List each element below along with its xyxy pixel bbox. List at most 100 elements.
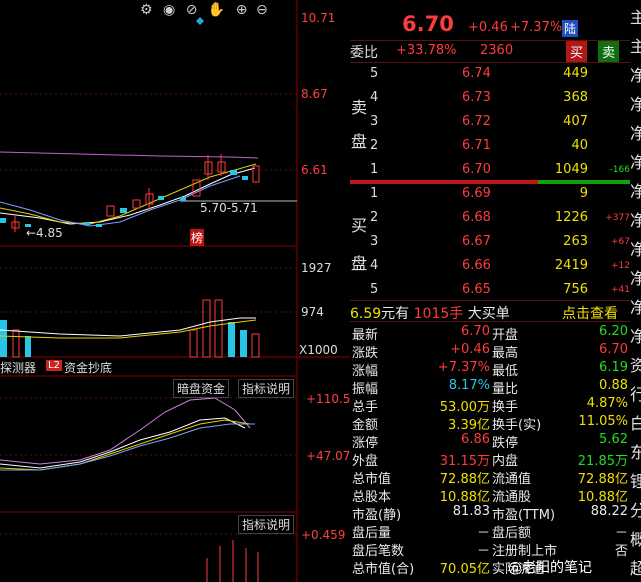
stat-value: 5.62 [599, 432, 628, 447]
level-num: 4 [370, 258, 379, 273]
big-order-line: 6.59元有 1015手 大买单 [350, 303, 510, 323]
level-price: 6.67 [462, 234, 491, 249]
indicator-help-button[interactable]: 指标说明 [238, 379, 295, 398]
level-price: 6.65 [462, 282, 491, 297]
stat-row: 总市值 72.88亿 流通值 72.88亿 [350, 467, 630, 487]
weibi-label: 委比 [350, 45, 378, 61]
level-price: 6.69 [462, 186, 491, 201]
side-column-char[interactable]: 主 [630, 4, 641, 28]
level-volume: 9 [579, 186, 588, 201]
ma-line-white [0, 167, 256, 225]
level-num: 1 [370, 162, 379, 177]
buy-button[interactable]: 买 [566, 41, 588, 62]
stat-row: 最新 6.70 开盘 6.20 [350, 323, 630, 343]
eye-off-icon[interactable]: ⊘ [186, 2, 198, 18]
side-column-char[interactable]: 净 [630, 294, 641, 318]
indicator-white [0, 417, 246, 469]
stat-row: 涨跌 +0.46 最高 6.70 [350, 341, 630, 361]
last-price: 6.70 [402, 12, 454, 36]
ask-row[interactable]: 5 6.74 449 [350, 62, 630, 86]
side-column-char[interactable]: 净 [630, 62, 641, 86]
low-annotation: ←4.85 [26, 226, 63, 240]
indicator-purple [0, 397, 251, 465]
stat-row: 振幅 8.17% 量比 0.88 [350, 377, 630, 397]
indicator-blue [0, 423, 255, 471]
stat-value: 11.05% [578, 414, 628, 429]
side-column-char[interactable]: 行 [630, 381, 641, 405]
level-price: 6.73 [462, 90, 491, 105]
ask-row[interactable]: 4 6.73 368 [350, 86, 630, 110]
stat-row: 盘后笔数－注册制上市否 [350, 539, 630, 559]
hand-icon[interactable]: ✋ [208, 2, 225, 18]
stat-value: 0.88 [599, 378, 628, 393]
bid-row[interactable]: 1 6.69 9 [350, 182, 630, 206]
level-price: 6.71 [462, 138, 491, 153]
stat-row: 盘后量－盘后额－ [350, 521, 630, 541]
price-axis-label: 6.61 [301, 163, 328, 177]
side-column-char[interactable]: 净 [630, 149, 641, 173]
stat-value: 6.19 [599, 360, 628, 375]
side-column-char[interactable]: 净 [630, 91, 641, 115]
stat-value: +7.37% [437, 360, 490, 375]
bang-badge[interactable]: 榜 [190, 229, 205, 246]
volume-bars [0, 299, 260, 358]
big-order-label: 大买单 [467, 306, 510, 322]
eye-icon[interactable]: ◉ [163, 2, 175, 18]
side-column-char[interactable]: 概 [630, 526, 641, 550]
level-price: 6.70 [462, 162, 491, 177]
side-column-char[interactable]: 净 [630, 178, 641, 202]
ind-axis-label: +47.07 [306, 449, 351, 463]
tab-fund-bottom[interactable]: 资金抄底 [64, 359, 112, 376]
view-link[interactable]: 点击查看 [562, 303, 618, 323]
ask-row[interactable]: 3 6.72 407 [350, 110, 630, 134]
price-range-annotation: 5.70-5.71 [200, 201, 258, 215]
stat-value: 6.70 [461, 324, 490, 339]
side-column-char[interactable]: 净 [630, 207, 641, 231]
tab-detector[interactable]: 探测器 [0, 359, 36, 376]
price-axis-label: 10.71 [301, 11, 336, 25]
side-column-char[interactable]: 净 [630, 236, 641, 260]
hidden-fund-button[interactable]: 暗盘资金 [173, 379, 230, 398]
side-column-char[interactable]: 白 [630, 410, 641, 434]
price-axis-label: 8.67 [301, 87, 328, 101]
side-column-char[interactable]: 净 [630, 120, 641, 144]
bid-row[interactable]: 2 6.68 1226 +377 [350, 206, 630, 230]
big-order-price: 6.59 [350, 306, 382, 322]
stat-value: 6.70 [599, 342, 628, 357]
side-column-char[interactable]: 东 [630, 439, 641, 463]
big-order-qty: 1015手 [413, 306, 464, 322]
candles [0, 154, 260, 232]
bid-row[interactable]: 5 6.65 756 +41 [350, 278, 630, 302]
settings-icon[interactable]: ⚙ [140, 2, 153, 18]
chart-toolbar: ⚙ ◉ ⊘ ✋ ⊕ ⊖ [140, 2, 268, 18]
side-column-char[interactable]: 主 [630, 33, 641, 57]
zoom-out-icon[interactable]: ⊖ [256, 2, 268, 18]
diamond-marker [196, 17, 204, 25]
level-num: 1 [370, 186, 379, 201]
side-column-char[interactable]: 分 [630, 497, 641, 521]
side-column-char[interactable]: 锂 [630, 468, 641, 492]
side-column-char[interactable]: 超 [630, 555, 641, 579]
bid-row[interactable]: 3 6.67 263 +67 [350, 230, 630, 254]
ask-row[interactable]: 1 6.70 1049 -166 [350, 158, 630, 182]
kline-chart[interactable] [0, 0, 350, 582]
sell-button[interactable]: 卖 [598, 41, 620, 62]
l2-badge: L2 [46, 360, 62, 371]
level-price: 6.68 [462, 210, 491, 225]
stat-value: +0.46 [450, 342, 490, 357]
side-column-char[interactable]: 净 [630, 265, 641, 289]
indicator-help-button-2[interactable]: 指标说明 [238, 515, 295, 534]
vol-axis-label: 974 [301, 305, 324, 319]
level-price: 6.74 [462, 66, 491, 81]
level-change: +377 [605, 213, 630, 223]
price-change-pct: +7.37% [510, 20, 563, 35]
level-num: 4 [370, 90, 379, 105]
level-num: 3 [370, 114, 379, 129]
side-column-char[interactable]: 资 [630, 352, 641, 376]
side-column-char[interactable]: 净 [630, 323, 641, 347]
ask-row[interactable]: 2 6.71 40 [350, 134, 630, 158]
stat-row: 涨停 6.86 跌停 5.62 [350, 431, 630, 451]
zoom-in-icon[interactable]: ⊕ [236, 2, 248, 18]
bid-row[interactable]: 4 6.66 2419 +12 [350, 254, 630, 278]
stat-row: 总手 53.00万 换手 4.87% [350, 395, 630, 415]
